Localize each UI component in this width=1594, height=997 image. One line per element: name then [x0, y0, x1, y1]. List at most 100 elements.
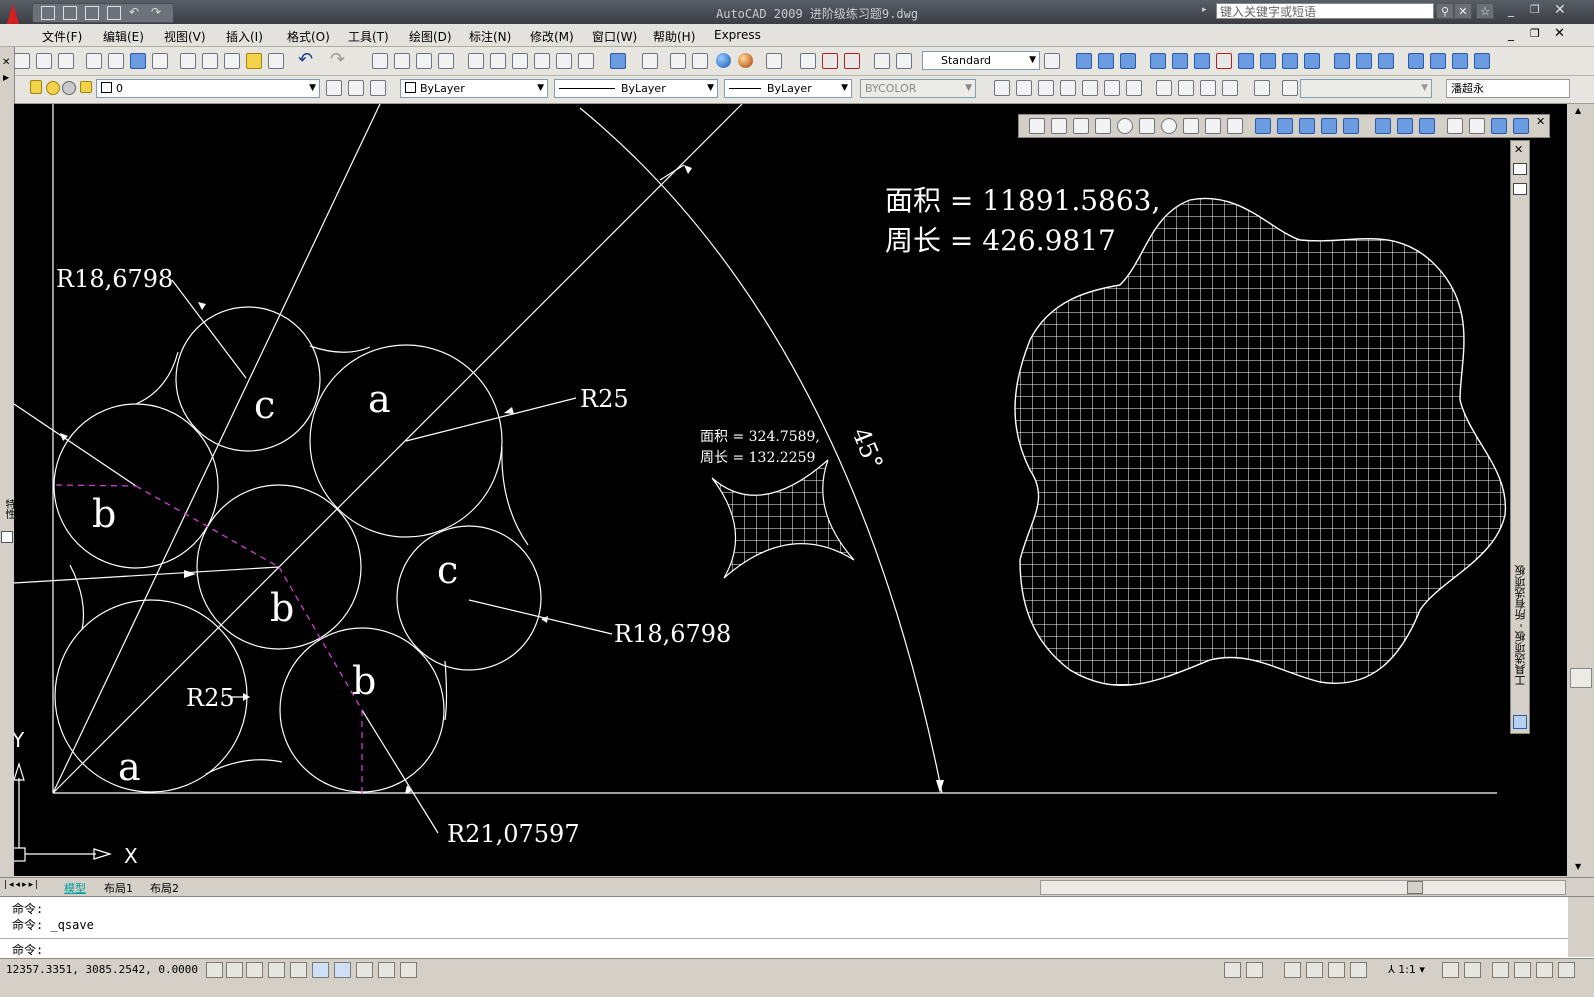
planar-surface-icon[interactable] — [1227, 118, 1243, 134]
ucs-x-icon[interactable] — [1356, 53, 1372, 69]
open-icon[interactable] — [36, 53, 52, 69]
polysolid-icon[interactable] — [1029, 118, 1045, 134]
scroll-down-icon[interactable]: ▼ — [1575, 862, 1581, 871]
clean-screen-icon[interactable] — [1558, 962, 1575, 978]
polyline-icon[interactable] — [844, 53, 860, 69]
line-icon[interactable] — [800, 53, 816, 69]
zoom-previous-icon[interactable] — [438, 53, 454, 69]
ucs-3point-icon[interactable] — [1334, 53, 1350, 69]
cylinder-icon[interactable] — [1139, 118, 1155, 134]
minimize-window-button[interactable]: _ — [1508, 3, 1514, 17]
solid-box-icon[interactable] — [994, 80, 1010, 96]
doc-close-button[interactable]: ✕ — [1554, 26, 1565, 41]
lock-icon[interactable] — [1514, 962, 1531, 978]
status-menu-icon[interactable] — [1536, 962, 1553, 978]
free-orbit-icon[interactable] — [1098, 53, 1114, 69]
command-prompt[interactable]: 命令: — [12, 941, 43, 958]
extrude-icon[interactable] — [1255, 118, 1271, 134]
union-icon[interactable] — [1375, 118, 1391, 134]
back-view-icon[interactable] — [1126, 80, 1142, 96]
save-icon[interactable] — [85, 6, 99, 20]
menu-edit[interactable]: 编辑(E) — [103, 28, 144, 45]
snap-mode-icon[interactable] — [206, 962, 223, 978]
quick-access-toolbar[interactable]: ↶ ↷ — [32, 3, 174, 23]
new-file-icon[interactable] — [41, 6, 55, 20]
menu-insert[interactable]: 插入(I) — [226, 28, 263, 45]
lineweight-select[interactable]: ByLayer ▼ — [724, 79, 852, 98]
layer-previous-icon[interactable] — [370, 80, 386, 96]
zoom-icon[interactable] — [1306, 962, 1323, 978]
ucs-icon[interactable] — [1150, 53, 1166, 69]
polar-tracking-icon[interactable] — [268, 962, 285, 978]
vertical-scrollbar[interactable]: ▲ ▼ — [1567, 104, 1594, 876]
menu-dimension[interactable]: 标注(N) — [469, 28, 511, 45]
undo-icon[interactable]: ↶ — [129, 5, 139, 19]
ucs-z-icon[interactable] — [1408, 53, 1424, 69]
zoom-realtime-icon[interactable] — [394, 53, 410, 69]
sheet-set-icon[interactable] — [534, 53, 550, 69]
top-view-icon[interactable] — [1016, 80, 1032, 96]
horizontal-scrollbar[interactable] — [1040, 880, 1566, 895]
model-space-icon[interactable] — [1224, 962, 1241, 978]
match-properties-icon[interactable] — [246, 53, 262, 69]
revolve-icon[interactable] — [1321, 118, 1337, 134]
show-lineweight-icon[interactable] — [378, 962, 395, 978]
workspace-switch-icon[interactable] — [1492, 962, 1509, 978]
lock-icon[interactable] — [80, 81, 92, 93]
workspace-icon[interactable] — [1474, 53, 1490, 69]
continuous-orbit-icon[interactable] — [1120, 53, 1136, 69]
menu-file[interactable]: 文件(F) — [42, 28, 82, 45]
box-icon[interactable] — [1051, 118, 1067, 134]
menu-draw[interactable]: 绘图(D) — [409, 28, 452, 45]
view-select[interactable]: ▼ — [1300, 79, 1432, 98]
orbit-icon[interactable] — [1076, 53, 1092, 69]
right-view-icon[interactable] — [1082, 80, 1098, 96]
close-icon[interactable]: ✕ — [1536, 115, 1545, 128]
cone-icon[interactable] — [1095, 118, 1111, 134]
color-select[interactable]: ByLayer ▼ — [400, 79, 548, 98]
multileader-icon[interactable] — [874, 53, 890, 69]
new-icon[interactable] — [14, 53, 30, 69]
command-scrollbar[interactable] — [1568, 897, 1594, 957]
menu-tools[interactable]: 工具(T) — [348, 28, 389, 45]
properties-icon[interactable] — [1, 531, 13, 543]
loft-icon[interactable] — [1343, 118, 1359, 134]
leader-align-icon[interactable] — [896, 53, 912, 69]
ucs-world-icon[interactable] — [1172, 53, 1188, 69]
intersect-icon[interactable] — [1419, 118, 1435, 134]
auto-scale-icon[interactable] — [1464, 962, 1481, 978]
menu-window[interactable]: 窗口(W) — [592, 28, 637, 45]
calculator-icon[interactable] — [578, 53, 594, 69]
layer-select[interactable]: 0 ▼ — [96, 79, 320, 98]
close-icon[interactable]: ✕ — [2, 57, 10, 68]
pan-icon[interactable] — [1284, 962, 1301, 978]
left-view-icon[interactable] — [1060, 80, 1076, 96]
cut-icon[interactable] — [180, 53, 196, 69]
render-icon[interactable] — [716, 53, 731, 68]
view-manager-icon[interactable] — [642, 53, 658, 69]
named-views-icon[interactable] — [1282, 80, 1298, 96]
lightbulb-icon[interactable] — [30, 80, 42, 94]
horizontal-scroll-thumb[interactable] — [1407, 881, 1423, 894]
palette-icon[interactable] — [1513, 715, 1527, 729]
steeringwheel-icon[interactable] — [1328, 962, 1345, 978]
block-editor-icon[interactable] — [268, 53, 284, 69]
menu-format[interactable]: 格式(O) — [287, 28, 330, 45]
redo-icon[interactable]: ↷ — [330, 49, 345, 70]
ucs-apply-icon[interactable] — [1430, 53, 1446, 69]
doc-restore-button[interactable]: ❐ — [1530, 27, 1540, 40]
layout-icon[interactable] — [1246, 962, 1263, 978]
layer-properties-icon[interactable] — [326, 80, 342, 96]
ucs-view-icon[interactable] — [1260, 53, 1276, 69]
communication-center-icon[interactable]: ✕ — [1454, 3, 1472, 19]
tool-palettes-icon[interactable] — [512, 53, 528, 69]
plot-style-select[interactable]: BYCOLOR ▼ — [860, 79, 976, 98]
auto-hide-icon[interactable]: ▶ — [3, 73, 9, 82]
ucs-origin-icon[interactable] — [1282, 53, 1298, 69]
dynamic-input-icon[interactable] — [356, 962, 373, 978]
materials-icon[interactable] — [738, 53, 753, 68]
scroll-thumb[interactable] — [1570, 668, 1592, 688]
help-icon[interactable] — [610, 53, 626, 69]
shade-icon[interactable] — [692, 53, 708, 69]
menu-express[interactable]: Express — [714, 28, 761, 42]
